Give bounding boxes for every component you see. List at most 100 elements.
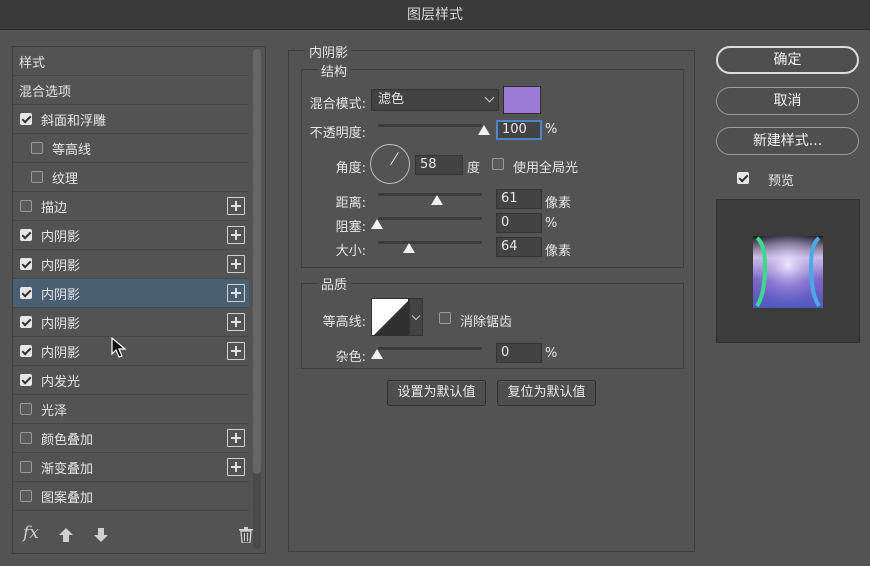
style-enable-checkbox[interactable] — [31, 142, 43, 154]
noise-input[interactable]: 0 — [496, 343, 542, 363]
style-list-item[interactable]: 图案叠加 — [13, 482, 249, 511]
opacity-input[interactable]: 100 — [496, 120, 542, 140]
style-list-item-label: 内阴影 — [41, 316, 81, 332]
style-list-item-label: 图案叠加 — [41, 490, 94, 506]
chevron-down-icon — [484, 92, 495, 103]
contour-preview[interactable] — [371, 298, 409, 336]
style-list-item-label: 内阴影 — [41, 229, 81, 245]
add-effect-icon[interactable] — [227, 284, 245, 302]
add-effect-icon[interactable] — [227, 226, 245, 244]
antialias-label: 消除锯齿 — [460, 315, 513, 330]
choke-input[interactable]: 0 — [496, 213, 542, 233]
style-list-item[interactable]: 内发光 — [13, 366, 249, 395]
distance-input[interactable]: 61 — [496, 189, 542, 209]
move-up-icon[interactable] — [58, 527, 74, 543]
style-list-item-label: 渐变叠加 — [41, 461, 94, 477]
style-list-item[interactable]: 内阴影 — [13, 337, 249, 366]
distance-slider[interactable] — [378, 193, 482, 196]
scrollbar-thumb[interactable] — [253, 49, 261, 474]
fx-button[interactable]: fx — [23, 523, 39, 543]
style-list-item[interactable]: 内阴影 — [13, 221, 249, 250]
style-list-item[interactable]: 光泽 — [13, 395, 249, 424]
style-list-item[interactable]: 纹理 — [13, 163, 249, 192]
style-list-item[interactable]: 颜色叠加 — [13, 424, 249, 453]
trash-icon[interactable] — [239, 527, 253, 543]
style-enable-checkbox[interactable] — [20, 316, 32, 328]
mouse-cursor-icon — [111, 337, 127, 358]
style-enable-checkbox[interactable] — [20, 287, 32, 299]
style-list-item[interactable]: 混合选项 — [13, 76, 249, 105]
noise-slider-thumb[interactable] — [371, 349, 383, 359]
add-effect-icon[interactable] — [227, 313, 245, 331]
global-light-label: 使用全局光 — [513, 161, 579, 176]
style-list-item-label: 内发光 — [41, 374, 81, 390]
style-list-item[interactable]: 样式 — [13, 47, 249, 76]
quality-title: 品质 — [318, 274, 351, 293]
distance-slider-thumb[interactable] — [431, 195, 443, 205]
size-slider[interactable] — [378, 241, 482, 244]
noise-label: 杂色: — [335, 350, 366, 365]
noise-unit: % — [545, 346, 558, 361]
preview-checkbox[interactable] — [737, 172, 749, 184]
noise-slider[interactable] — [378, 347, 482, 350]
contour-dropdown[interactable] — [409, 298, 423, 336]
move-down-icon[interactable] — [93, 527, 109, 543]
size-label: 大小: — [335, 244, 366, 259]
section-title: 内阴影 — [306, 42, 352, 61]
style-enable-checkbox[interactable] — [20, 461, 32, 473]
style-list-item[interactable]: 等高线 — [13, 134, 249, 163]
style-preview-thumbnail — [753, 236, 823, 308]
size-slider-thumb[interactable] — [403, 243, 415, 253]
style-list-item[interactable]: 描边 — [13, 192, 249, 221]
add-effect-icon[interactable] — [227, 458, 245, 476]
cancel-button[interactable]: 取消 — [716, 87, 859, 115]
set-default-button[interactable]: 设置为默认值 — [387, 380, 486, 406]
global-light-checkbox[interactable] — [492, 158, 504, 170]
angle-label: 角度: — [335, 161, 366, 176]
contour-curve-icon — [374, 301, 408, 335]
style-list-item[interactable]: 斜面和浮雕 — [13, 105, 249, 134]
contour-label: 等高线: — [322, 315, 366, 330]
style-enable-checkbox[interactable] — [20, 200, 32, 212]
blend-mode-value: 滤色 — [378, 92, 405, 107]
style-enable-checkbox[interactable] — [20, 113, 32, 125]
add-effect-icon[interactable] — [227, 197, 245, 215]
angle-dial-needle — [390, 152, 399, 166]
style-list-item[interactable]: 内阴影 — [13, 250, 249, 279]
blend-mode-select[interactable]: 滤色 — [371, 89, 499, 111]
style-enable-checkbox[interactable] — [20, 229, 32, 241]
add-effect-icon[interactable] — [227, 255, 245, 273]
antialias-checkbox[interactable] — [439, 312, 451, 324]
size-input[interactable]: 64 — [496, 237, 542, 257]
style-list-item[interactable]: 渐变叠加 — [13, 453, 249, 482]
style-list-item-label: 内阴影 — [41, 287, 81, 303]
style-list-item-label: 样式 — [19, 55, 46, 71]
ok-button[interactable]: 确定 — [716, 46, 859, 74]
add-effect-icon[interactable] — [227, 429, 245, 447]
choke-slider[interactable] — [378, 217, 482, 220]
new-style-button[interactable]: 新建样式... — [716, 127, 859, 155]
opacity-slider-thumb[interactable] — [478, 125, 490, 135]
opacity-slider[interactable] — [378, 124, 482, 127]
style-enable-checkbox[interactable] — [20, 374, 32, 386]
choke-slider-thumb[interactable] — [371, 219, 383, 229]
style-enable-checkbox[interactable] — [31, 171, 43, 183]
style-list-item-label: 混合选项 — [19, 84, 72, 100]
style-enable-checkbox[interactable] — [20, 490, 32, 502]
style-list-item[interactable]: 内阴影 — [13, 279, 249, 308]
distance-label: 距离: — [335, 196, 366, 211]
style-enable-checkbox[interactable] — [20, 432, 32, 444]
choke-label: 阻塞: — [335, 220, 366, 235]
opacity-label: 不透明度: — [309, 126, 366, 141]
add-effect-icon[interactable] — [227, 342, 245, 360]
style-enable-checkbox[interactable] — [20, 403, 32, 415]
opacity-unit: % — [545, 122, 558, 137]
style-list-item-label: 颜色叠加 — [41, 432, 94, 448]
style-enable-checkbox[interactable] — [20, 345, 32, 357]
style-enable-checkbox[interactable] — [20, 258, 32, 270]
shadow-color-swatch[interactable] — [503, 86, 541, 114]
angle-input[interactable]: 58 — [415, 155, 463, 175]
style-list-item[interactable]: 内阴影 — [13, 308, 249, 337]
angle-dial[interactable] — [370, 144, 410, 184]
reset-default-button[interactable]: 复位为默认值 — [497, 380, 596, 406]
